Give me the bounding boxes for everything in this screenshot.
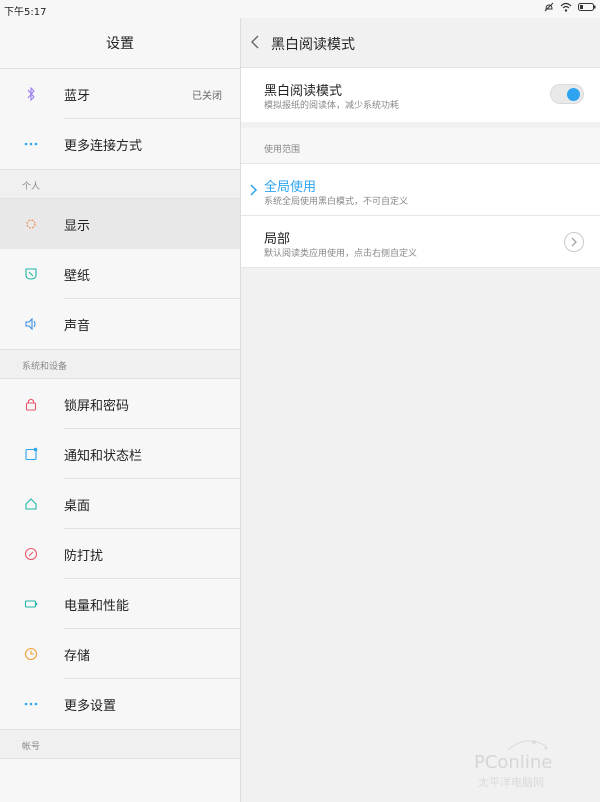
section-label: 系统和设备 [22,362,68,372]
status-time: 下午5:17 [4,7,47,18]
sidebar-item-notifications[interactable]: 通知和状态栏 [0,429,240,479]
lock-icon [23,396,39,412]
sidebar-item-lock-screen[interactable]: 锁屏和密码 [0,379,240,429]
page-title: 黑白阅读模式 [271,37,355,53]
pconline-watermark: PConline 太平洋电脑网 [474,740,552,789]
wifi-icon [560,2,572,12]
watermark-subtext: 太平洋电脑网 [478,775,544,789]
battery-icon [23,596,39,612]
sidebar-item-label: 更多连接方式 [64,138,143,154]
sidebar-item-wallpaper[interactable]: 壁纸 [0,249,240,299]
sidebar-item-label: 桌面 [64,498,91,514]
more-dots-icon [23,696,39,712]
sidebar-item-battery-performance[interactable]: 电量和性能 [0,579,240,629]
sidebar-item-sound[interactable]: 声音 [0,299,240,349]
wallpaper-icon [23,266,39,282]
status-icons [544,2,596,12]
sidebar-item-label: 声音 [64,318,91,334]
status-bar: 下午5:17 [0,0,600,18]
sidebar-item-label: 锁屏和密码 [64,398,130,414]
reading-mode-row[interactable]: 黑白阅读模式 模拟报纸的阅读体，减少系统功耗 [241,68,600,122]
section-header-personal: 个人 [0,169,240,199]
battery-status-icon [578,3,596,11]
reading-mode-subtitle: 模拟报纸的阅读体，减少系统功耗 [264,101,400,111]
sidebar-item-do-not-disturb[interactable]: 防打扰 [0,529,240,579]
sidebar-item-storage[interactable]: 存储 [0,629,240,679]
section-label: 个人 [22,182,41,192]
sidebar-item-home-screen[interactable]: 桌面 [0,479,240,529]
home-icon [23,496,39,512]
bluetooth-status: 已关闭 [192,90,222,102]
partial-use-row[interactable]: 局部 默认阅读类应用使用，点击右侧自定义 [241,216,600,268]
partial-use-subtitle: 默认阅读类应用使用，点击右侧自定义 [264,249,418,259]
sidebar-item-label: 蓝牙 [64,88,91,104]
storage-icon [23,646,39,662]
do-not-disturb-icon [23,546,39,562]
detail-header: 黑白阅读模式 [241,18,600,68]
global-use-title: 全局使用 [264,180,317,195]
settings-sidebar: 设置 蓝牙 已关闭 更多连接方式 个人 显示 壁纸 声音 系统和设备 锁屏和密码… [0,18,240,802]
sidebar-item-display[interactable]: 显示 [0,199,240,249]
reading-mode-toggle[interactable] [550,84,584,104]
partial-use-title: 局部 [264,232,291,247]
toggle-knob [567,88,580,101]
global-use-row[interactable]: 全局使用 系统全局使用黑白模式，不可自定义 [241,164,600,216]
notification-icon [23,446,39,462]
sidebar-item-bluetooth[interactable]: 蓝牙 已关闭 [0,69,240,119]
sidebar-item-label: 壁纸 [64,268,91,284]
brightness-icon [23,216,39,232]
more-dots-icon [23,136,39,152]
alarm-off-icon [544,2,554,12]
section-header-account: 帐号 [0,729,240,759]
sidebar-title: 设置 [0,18,240,69]
sidebar-item-account-partial[interactable] [0,759,240,802]
speaker-icon [23,316,39,332]
sidebar-item-label: 防打扰 [64,548,104,564]
back-arrow-icon[interactable] [249,34,263,50]
section-header-system: 系统和设备 [0,349,240,379]
sidebar-item-label: 通知和状态栏 [64,448,143,464]
selected-chevron-icon [250,184,258,196]
bluetooth-icon [23,86,39,102]
chevron-right-icon [571,237,577,247]
sidebar-item-label: 更多设置 [64,698,117,714]
detail-panel: 黑白阅读模式 黑白阅读模式 模拟报纸的阅读体，减少系统功耗 使用范围 全局使用 … [240,18,600,802]
reading-mode-title: 黑白阅读模式 [264,84,343,99]
global-use-subtitle: 系统全局使用黑白模式，不可自定义 [264,197,409,207]
sidebar-item-label: 存储 [64,648,91,664]
scope-label: 使用范围 [264,145,301,155]
sidebar-item-label: 电量和性能 [64,598,130,614]
sidebar-item-label: 显示 [64,218,91,234]
customize-arrow-button[interactable] [564,232,584,252]
scope-section-header: 使用范围 [241,128,600,164]
watermark-text: PConline [474,752,552,773]
section-label: 帐号 [22,742,41,752]
sidebar-item-more-connections[interactable]: 更多连接方式 [0,119,240,169]
sidebar-item-more-settings[interactable]: 更多设置 [0,679,240,729]
